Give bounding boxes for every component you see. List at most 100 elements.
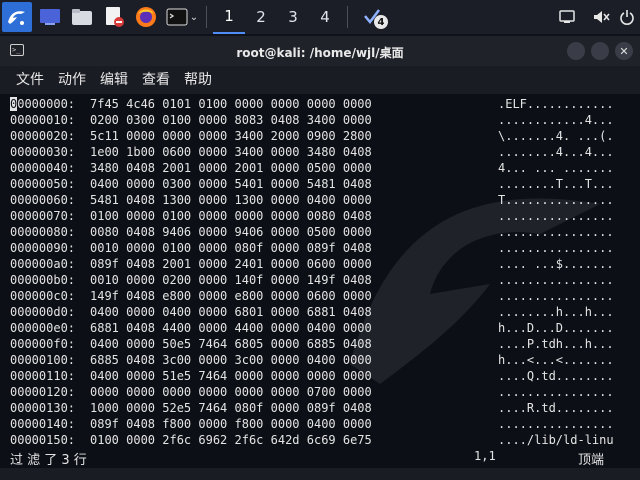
hex-bytes: 6885 0408 3c00 0000 3c00 0000 0400 0000 <box>90 353 372 367</box>
hex-offset: 000000e0: <box>10 321 76 335</box>
hex-offset: 00000120: <box>10 385 76 399</box>
hexdump-line: 000000f0: 0400 0000 50e5 7464 6805 0000 6… <box>10 336 638 352</box>
hexdump-line: 00000090: 0010 0000 0100 0000 080f 0000 0… <box>10 240 638 256</box>
workspace-1[interactable]: 1 <box>213 0 245 34</box>
hex-ascii: h...D...D....... <box>498 321 614 335</box>
menu-bar: 文件 动作 编辑 查看 帮助 <box>0 66 640 92</box>
hex-ascii: ........4...4... <box>498 145 614 159</box>
hex-bytes: 089f 0408 f800 0000 f800 0000 0400 0000 <box>90 417 372 431</box>
workspace-4[interactable]: 4 <box>309 0 341 34</box>
hex-offset: 000000c0: <box>10 289 76 303</box>
status-message: 过 滤 了 3 行 <box>10 453 87 468</box>
hex-offset: 00000130: <box>10 401 76 415</box>
hex-ascii: \.......4. ...(. <box>498 129 614 143</box>
text-cursor: 0 <box>10 97 18 111</box>
hex-bytes: 6881 0408 4400 0000 4400 0000 0400 0000 <box>90 321 372 335</box>
hex-offset: 00000010: <box>10 113 76 127</box>
hexdump-line: 00000120: 0000 0000 0000 0000 0000 0000 0… <box>10 384 638 400</box>
window-title: root@kali: /home/wjl/桌面 <box>236 46 404 60</box>
hex-ascii: ................ <box>498 417 614 431</box>
hex-bytes: 0200 0300 0100 0000 8083 0408 3400 0000 <box>90 113 372 127</box>
hex-bytes: 0400 0000 50e5 7464 6805 0000 6885 0408 <box>90 337 372 351</box>
power-icon[interactable] <box>616 0 638 34</box>
taskbar-separator <box>347 6 348 28</box>
hex-ascii: ..../lib/ld-linu <box>498 433 614 446</box>
hex-offset: 000000b0: <box>10 273 76 287</box>
hex-bytes: 149f 0408 e800 0000 e800 0000 0600 0000 <box>90 289 372 303</box>
hexdump-line: 00000060: 5481 0408 1300 0000 1300 0000 0… <box>10 192 638 208</box>
hexdump-line: 000000a0: 089f 0408 2001 0000 2401 0000 0… <box>10 256 638 272</box>
text-editor-icon[interactable] <box>100 3 128 31</box>
scroll-position: 顶端 <box>578 453 605 468</box>
hexdump-line: 000000c0: 149f 0408 e800 0000 e800 0000 0… <box>10 288 638 304</box>
hex-ascii: ........h...h... <box>498 305 614 319</box>
hex-offset: 00000060: <box>10 193 76 207</box>
menu-help[interactable]: 帮助 <box>184 69 212 89</box>
hex-ascii: 4... ... ....... <box>498 161 614 175</box>
hex-offset: 00000020: <box>10 129 76 143</box>
hex-offset: 00000000: <box>10 97 76 111</box>
hex-bytes: 0100 0000 0100 0000 0000 0000 0080 0408 <box>90 209 372 223</box>
hex-bytes: 0080 0408 9406 0000 9406 0000 0500 0000 <box>90 225 372 239</box>
hex-ascii: ................ <box>498 273 614 287</box>
hexdump-line: 000000b0: 0010 0000 0200 0000 140f 0000 1… <box>10 272 638 288</box>
hex-offset: 00000100: <box>10 353 76 367</box>
close-button[interactable]: ✕ <box>615 42 633 60</box>
workspace-2[interactable]: 2 <box>245 0 277 34</box>
kali-menu-icon[interactable] <box>2 2 32 32</box>
hex-offset: 00000050: <box>10 177 76 191</box>
hexdump-line: 00000040: 3480 0408 2001 0000 2001 0000 0… <box>10 160 638 176</box>
notification-icon[interactable]: 4 <box>358 3 388 31</box>
hex-offset: 00000070: <box>10 209 76 223</box>
volume-muted-icon[interactable] <box>590 0 612 34</box>
terminal-window: >_ root@kali: /home/wjl/桌面 ✕ 文件 动作 编辑 查看… <box>0 36 640 480</box>
status-line: 过 滤 了 3 行 1,1 顶端 <box>0 446 640 468</box>
hex-bytes: 1e00 1b00 0600 0000 3400 0000 3480 0408 <box>90 145 372 159</box>
hex-ascii: ....P.tdh...h... <box>498 337 614 351</box>
hex-bytes: 0400 0000 0400 0000 6801 0000 6881 0408 <box>90 305 372 319</box>
title-bar[interactable]: >_ root@kali: /home/wjl/桌面 ✕ <box>0 36 640 66</box>
hex-offset: 00000140: <box>10 417 76 431</box>
hex-ascii: ....Q.td........ <box>498 369 614 383</box>
files-icon[interactable] <box>68 3 96 31</box>
hex-ascii: ................ <box>498 241 614 255</box>
hex-bytes: 0010 0000 0100 0000 080f 0000 089f 0408 <box>90 241 372 255</box>
hex-bytes: 0400 0000 51e5 7464 0000 0000 0000 0000 <box>90 369 372 383</box>
hexdump-line: 00000110: 0400 0000 51e5 7464 0000 0000 0… <box>10 368 638 384</box>
hexdump-line: 00000000: 7f45 4c46 0101 0100 0000 0000 0… <box>10 96 638 112</box>
menu-view[interactable]: 查看 <box>142 69 170 89</box>
hex-offset: 000000f0: <box>10 337 76 351</box>
hex-ascii: .... ...$....... <box>498 257 614 271</box>
firefox-icon[interactable] <box>132 3 160 31</box>
notification-badge: 4 <box>374 15 388 29</box>
hex-offset: 00000030: <box>10 145 76 159</box>
hex-offset: 00000090: <box>10 241 76 255</box>
hexdump-line: 00000020: 5c11 0000 0000 0000 3400 2000 0… <box>10 128 638 144</box>
taskbar-separator <box>206 6 207 28</box>
maximize-button[interactable] <box>591 42 609 60</box>
hex-bytes: 5c11 0000 0000 0000 3400 2000 0900 2800 <box>90 129 372 143</box>
hex-offset: 00000040: <box>10 161 76 175</box>
menu-action[interactable]: 动作 <box>58 69 86 89</box>
hexdump-line: 00000150: 0100 0000 2f6c 6962 2f6c 642d 6… <box>10 432 638 446</box>
display-icon[interactable] <box>556 0 578 34</box>
hex-ascii: ................ <box>498 385 614 399</box>
hex-ascii: ................ <box>498 289 614 303</box>
desktop-icon[interactable] <box>36 3 64 31</box>
hexdump-line: 00000140: 089f 0408 f800 0000 f800 0000 0… <box>10 416 638 432</box>
hexdump-lines: 00000000: 7f45 4c46 0101 0100 0000 0000 0… <box>10 96 638 446</box>
hex-ascii: h...<...<....... <box>498 353 614 367</box>
terminal-icon[interactable]: ⌄ <box>164 3 200 31</box>
menu-edit[interactable]: 编辑 <box>100 69 128 89</box>
minimize-button[interactable] <box>567 42 585 60</box>
chevron-down-icon[interactable]: ⌄ <box>190 12 198 23</box>
hexdump-line: 00000080: 0080 0408 9406 0000 9406 0000 0… <box>10 224 638 240</box>
menu-file[interactable]: 文件 <box>16 69 44 89</box>
taskbar: ⌄ 1 2 3 4 4 <box>0 0 640 34</box>
hex-ascii: ........T...T... <box>498 177 614 191</box>
hexdump-line: 00000070: 0100 0000 0100 0000 0000 0000 0… <box>10 208 638 224</box>
hexdump-view[interactable]: 00000000: 7f45 4c46 0101 0100 0000 0000 0… <box>0 94 640 446</box>
workspace-3[interactable]: 3 <box>277 0 309 34</box>
hex-bytes: 3480 0408 2001 0000 2001 0000 0500 0000 <box>90 161 372 175</box>
hex-bytes: 1000 0000 52e5 7464 080f 0000 089f 0408 <box>90 401 372 415</box>
